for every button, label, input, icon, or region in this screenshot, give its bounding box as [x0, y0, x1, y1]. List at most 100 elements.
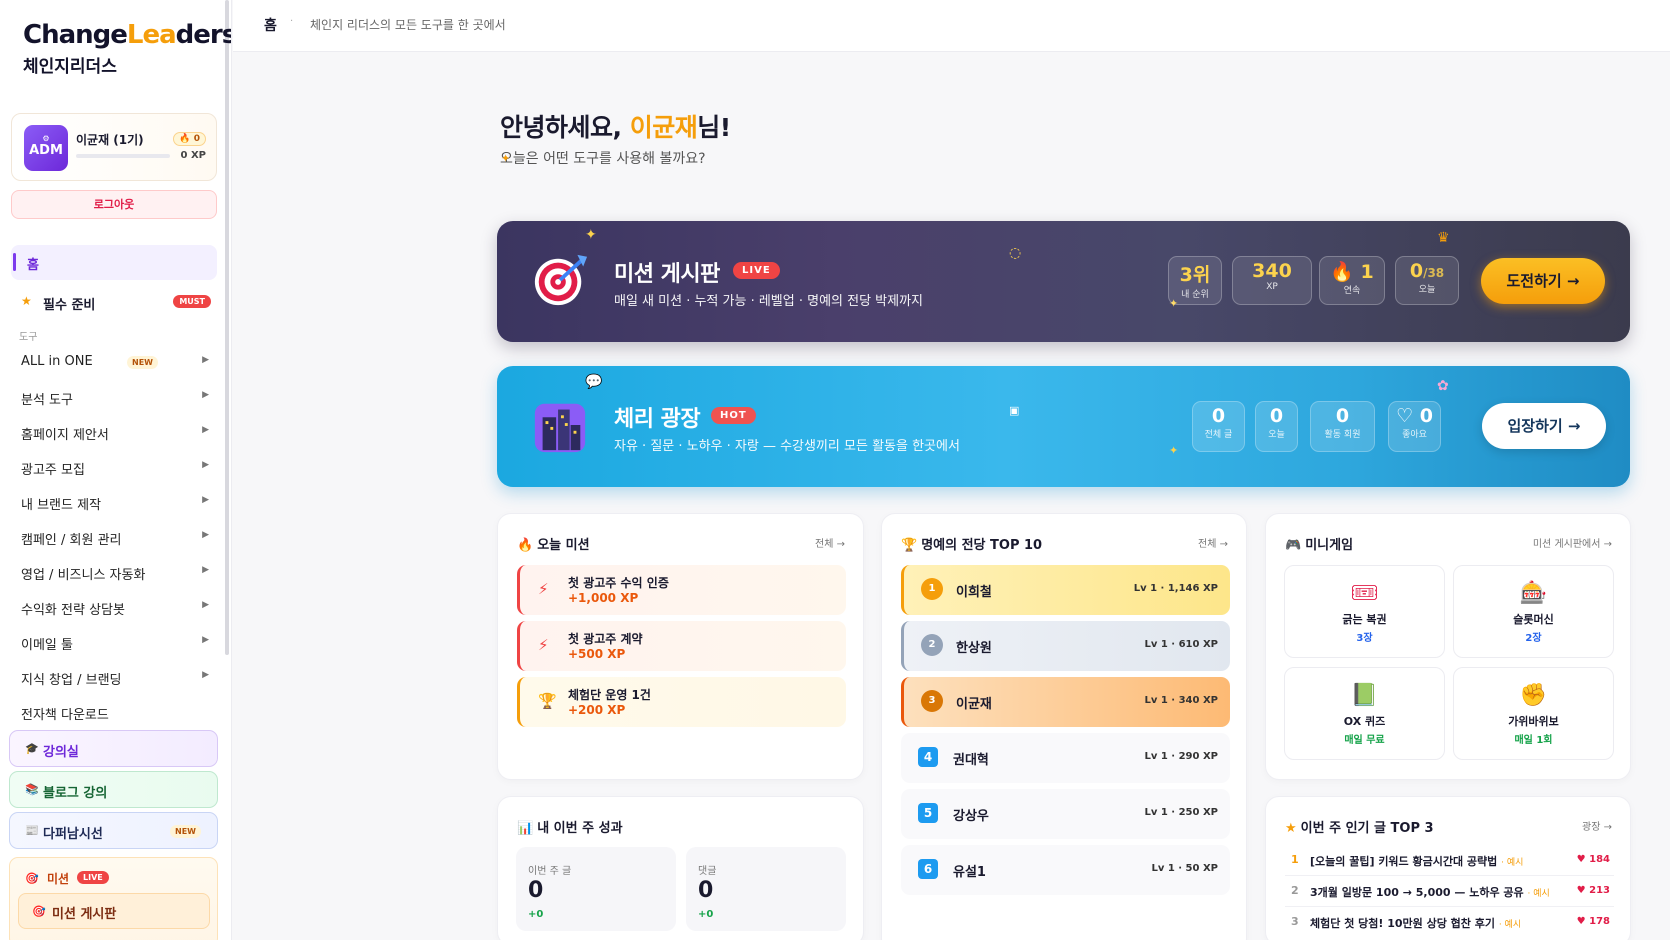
- mission-item[interactable]: ⚡ 첫 광고주 계약 +500 XP: [517, 621, 846, 671]
- sidebar-item-email[interactable]: 이메일 툴 ▶: [21, 632, 209, 667]
- profile-name: 이균재 (1기): [76, 133, 144, 147]
- game-slot-machine[interactable]: 🎰 슬롯머신 2장: [1453, 565, 1614, 658]
- stat-weekly-posts: 이번 주 글 0 +0: [516, 847, 676, 931]
- expand-arrow-icon[interactable]: ▶: [202, 635, 209, 645]
- mission-item[interactable]: ⚡ 첫 광고주 수익 인증 +1,000 XP: [517, 565, 846, 615]
- expand-arrow-icon[interactable]: ▶: [202, 565, 209, 575]
- trophy-icon: 🏆: [538, 692, 557, 710]
- stat-xp: 340 XP: [1232, 256, 1312, 305]
- top-bar: 홈 · 체인지 리더스의 모든 도구를 한 곳에서: [233, 0, 1670, 52]
- must-badge: MUST: [173, 295, 211, 308]
- lightning-icon: ⚡: [538, 580, 549, 598]
- graduation-cap-icon: 🎓: [25, 742, 39, 755]
- expand-arrow-icon[interactable]: ▶: [202, 425, 209, 435]
- avatar: ⚙ ADM: [24, 125, 68, 171]
- sidebar-item-label: 필수 준비: [43, 298, 96, 313]
- expand-arrow-icon[interactable]: ▶: [202, 530, 209, 540]
- sidebar-item-knowledge[interactable]: 지식 창업 / 브랜딩 ▶: [21, 667, 209, 702]
- popular-post-row[interactable]: 3 체험단 첫 당첨! 10만원 상당 협찬 후기 · 예시 ♥ 178: [1285, 909, 1614, 938]
- enter-button[interactable]: 입장하기 →: [1482, 403, 1606, 449]
- crown-icon: ♛: [1437, 230, 1450, 246]
- chat-bubble-icon: 💬: [585, 374, 603, 390]
- target-icon: [534, 254, 588, 306]
- plaza-link[interactable]: 광장 →: [1582, 818, 1612, 833]
- banner-title: 미션 게시판: [614, 262, 720, 287]
- sidebar-item-monetization[interactable]: 수익화 전략 상담봇 ▶: [21, 597, 209, 632]
- sidebar-item-mission-board[interactable]: 🎯 미션 게시판: [18, 893, 210, 929]
- expand-arrow-icon[interactable]: ▶: [202, 495, 209, 505]
- sidebar-item-homepage-proposal[interactable]: 홈페이지 제안서 ▶: [21, 422, 209, 457]
- mission-item[interactable]: 🏆 체험단 운영 1건 +200 XP: [517, 677, 846, 727]
- sidebar-item-brand[interactable]: 내 브랜드 제작 ▶: [21, 492, 209, 527]
- sidebar-item-advertiser[interactable]: 광고주 모집 ▶: [21, 457, 209, 492]
- card-title: 🎮 미니게임: [1285, 538, 1354, 553]
- rank-row[interactable]: 5 강상우 Lv 1 · 250 XP: [901, 789, 1230, 839]
- view-all-link[interactable]: 전체 →: [1198, 535, 1228, 550]
- stat-weekly-comments: 댓글 0 +0: [686, 847, 846, 931]
- greeting-subtitle: 오늘은 어떤 도구를 사용해 볼까요?: [500, 151, 706, 167]
- hot-badge: HOT: [711, 407, 756, 424]
- expand-arrow-icon[interactable]: ▶: [202, 390, 209, 400]
- rank-row[interactable]: 6 유설1 Lv 1 · 50 XP: [901, 845, 1230, 895]
- expand-arrow-icon[interactable]: ▶: [202, 600, 209, 610]
- rank-row[interactable]: 1 이희철 Lv 1 · 1,146 XP: [901, 565, 1230, 615]
- card-title: ★ 이번 주 인기 글 TOP 3: [1285, 821, 1434, 836]
- rank-row[interactable]: 3 이균재 Lv 1 · 340 XP: [901, 677, 1230, 727]
- popular-post-row[interactable]: 1 [오늘의 꿀팁] 키워드 황금시간대 공략법 · 예시 ♥ 184: [1285, 847, 1614, 876]
- cherry-plaza-banner[interactable]: 💬 체리 광장 HOT 자유 · 질문 · 노하우 · 자랑 — 수강생끼리 모…: [497, 366, 1630, 487]
- sidebar-card-lecture[interactable]: 🎓 강의실: [9, 730, 218, 767]
- xp-progress-bar: [76, 154, 170, 158]
- game-rock-paper-scissors[interactable]: ✊ 가위바위보 매일 1회: [1453, 667, 1614, 760]
- expand-arrow-icon[interactable]: ▶: [202, 670, 209, 680]
- logout-button[interactable]: 로그아웃: [11, 190, 217, 219]
- popular-post-row[interactable]: 2 3개월 일방문 100 → 5,000 — 노하우 공유 · 예시 ♥ 21…: [1285, 878, 1614, 907]
- sidebar-item-sales[interactable]: 영업 / 비즈니스 자동화 ▶: [21, 562, 209, 597]
- live-badge: LIVE: [733, 262, 780, 279]
- lightning-icon: ⚡: [538, 636, 549, 654]
- view-all-link[interactable]: 전체 →: [815, 535, 845, 550]
- stat-my-rank: 3위 내 순위: [1168, 256, 1222, 305]
- sidebar-item-must[interactable]: ★ 필수 준비 MUST: [21, 292, 211, 313]
- sidebar-card-news[interactable]: 📰 다퍼남시선 NEW: [9, 812, 218, 849]
- fist-icon: ✊: [1519, 683, 1548, 708]
- camera-icon: ▣: [1009, 404, 1020, 417]
- mini-games-link[interactable]: 미션 게시판에서 →: [1533, 535, 1612, 550]
- stat-streak: 🔥 1 연속: [1319, 256, 1385, 305]
- rank-row[interactable]: 4 권대혁 Lv 1 · 290 XP: [901, 733, 1230, 783]
- tools-nav-list: ALL in ONE NEW ▶ 분석 도구 ▶ 홈페이지 제안서 ▶ 광고주 모집 ▶ …: [21, 352, 209, 737]
- sidebar-item-analysis[interactable]: 분석 도구 ▶: [21, 387, 209, 422]
- rank-row[interactable]: 2 한상원 Lv 1 · 610 XP: [901, 621, 1230, 671]
- breadcrumb-home[interactable]: 홈: [264, 15, 277, 35]
- silver-medal-icon: 2: [921, 634, 943, 656]
- challenge-button[interactable]: 도전하기 →: [1481, 258, 1605, 304]
- stat-active-members: 0 활동 회원: [1310, 401, 1375, 452]
- popular-posts-card: ★ 이번 주 인기 글 TOP 3 광장 → 1 [오늘의 꿀팁] 키워드 황금시…: [1265, 796, 1631, 940]
- sidebar-scrollbar[interactable]: [225, 0, 229, 655]
- expand-arrow-icon[interactable]: ▶: [202, 460, 209, 470]
- profile-card[interactable]: ⚙ ADM 이균재 (1기) 🔥 0 0 XP: [11, 113, 217, 181]
- rank-number: 6: [918, 859, 938, 879]
- section-label-tools: 도구: [19, 332, 38, 343]
- sidebar-card-blog[interactable]: 📚 블로그 강의: [9, 771, 218, 808]
- sidebar-item-home[interactable]: 홈: [11, 245, 217, 280]
- live-badge: LIVE: [77, 871, 109, 884]
- stat-total-posts: 0 전체 글: [1192, 401, 1245, 452]
- sidebar-item-campaign[interactable]: 캠페인 / 회원 관리 ▶: [21, 527, 209, 562]
- sparkle-icon: ✦: [501, 152, 511, 165]
- mission-board-banner[interactable]: 미션 게시판 LIVE 매일 새 미션 · 누적 가능 · 레벨업 · 명예의 …: [497, 221, 1630, 342]
- game-scratch-lottery[interactable]: 🎟 긁는 복권 3장: [1284, 565, 1445, 658]
- greeting-title: 안녕하세요, 이균재님!: [500, 113, 731, 142]
- stat-today: 0/38 오늘: [1395, 256, 1459, 305]
- sidebar-card-mission[interactable]: 🎯 미션 LIVE 🎯 미션 게시판: [9, 857, 218, 940]
- heart-count: ♥ 184: [1576, 854, 1610, 865]
- sidebar-item-all-in-one[interactable]: ALL in ONE NEW ▶: [21, 352, 209, 387]
- new-badge: NEW: [170, 825, 201, 838]
- expand-arrow-icon[interactable]: ▶: [202, 355, 209, 365]
- avatar-dot-icon: ⚙: [42, 134, 50, 143]
- brand-logo[interactable]: ChangeLeaders 체인지리더스: [23, 20, 231, 77]
- streak-badge: 🔥 0: [173, 132, 206, 146]
- game-ox-quiz[interactable]: 📗 OX 퀴즈 매일 무료: [1284, 667, 1445, 760]
- city-buildings-icon: [534, 403, 586, 453]
- books-icon: 📚: [25, 783, 39, 796]
- sidebar: ChangeLeaders 체인지리더스 ⚙ ADM 이균재 (1기) 🔥 0 …: [0, 0, 232, 940]
